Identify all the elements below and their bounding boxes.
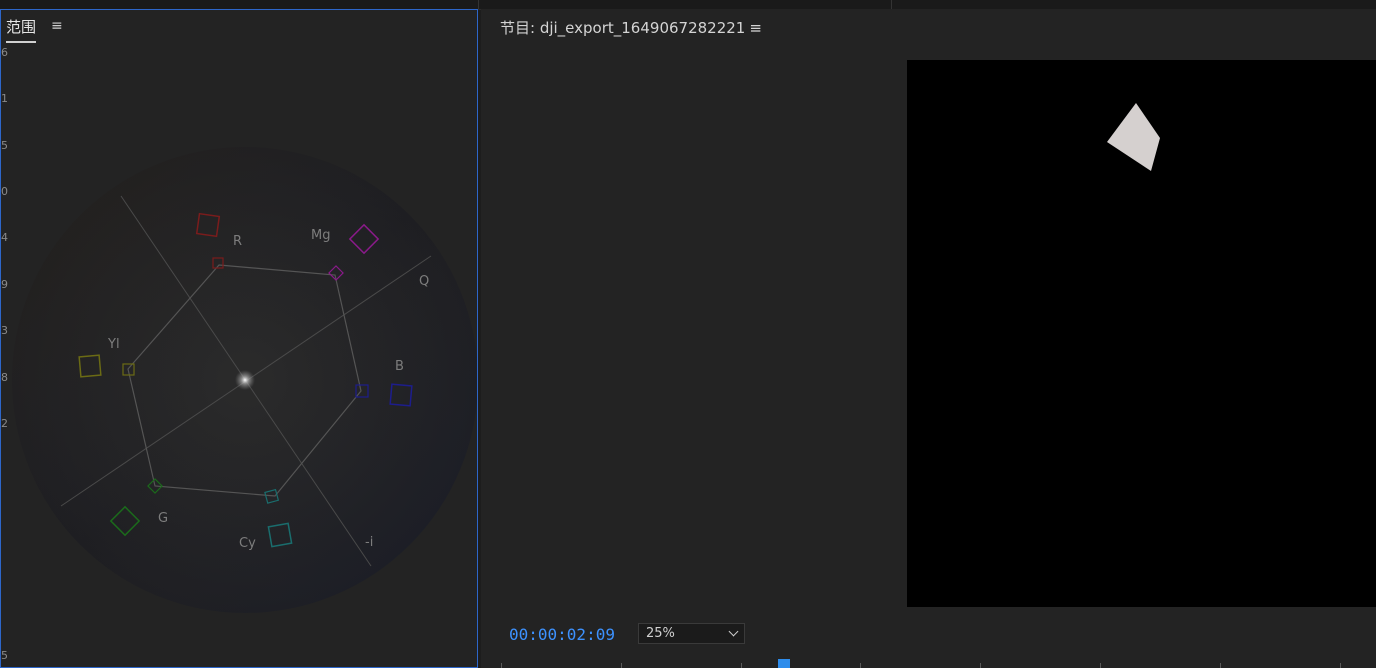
program-sequence-name[interactable]: 节目: dji_export_1649067282221 bbox=[500, 19, 745, 37]
zoom-level-value: 25% bbox=[646, 626, 675, 641]
axis-label-q: Q bbox=[419, 274, 429, 289]
target-label-cy: Cy bbox=[239, 536, 256, 551]
axis-label-neg-i: -i bbox=[365, 535, 373, 550]
time-ruler[interactable] bbox=[481, 660, 1376, 668]
zoom-level-dropdown[interactable]: 25% bbox=[638, 623, 745, 644]
playhead-timecode[interactable]: 00:00:02:09 bbox=[509, 625, 615, 644]
video-frame bbox=[1107, 103, 1160, 171]
program-menu-icon[interactable]: ≡ bbox=[749, 19, 762, 37]
program-monitor-panel: 节目: dji_export_1649067282221 ≡ 00:00:02:0… bbox=[481, 9, 1376, 668]
target-label-g: G bbox=[158, 511, 168, 526]
lumetri-scopes-panel: 范围 ≡ 6 1 5 0 4 9 3 8 2 5 R Mg B Cy G Yl … bbox=[0, 9, 478, 668]
program-viewer[interactable] bbox=[907, 60, 1376, 607]
target-label-yl: Yl bbox=[107, 337, 120, 352]
chevron-down-icon bbox=[728, 626, 739, 637]
vectorscope: R Mg B Cy G Yl Q -i bbox=[12, 147, 477, 613]
playhead-handle[interactable] bbox=[778, 659, 790, 668]
target-label-b: B bbox=[395, 359, 404, 374]
program-monitor-title[interactable]: 节目: dji_export_1649067282221 ≡ bbox=[500, 17, 762, 38]
target-label-mg: Mg bbox=[311, 228, 330, 243]
trace-center bbox=[235, 370, 255, 390]
target-label-r: R bbox=[233, 234, 242, 249]
video-object bbox=[1107, 103, 1160, 171]
